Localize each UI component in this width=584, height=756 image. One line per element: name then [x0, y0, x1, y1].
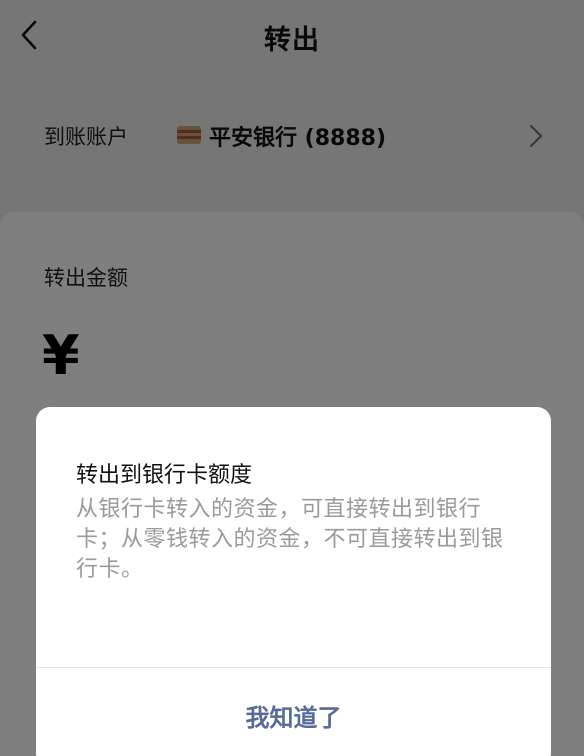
dialog-message: 从银行卡转入的资金，可直接转出到银行卡；从零钱转入的资金，不可直接转出到银行卡。: [76, 497, 504, 582]
dialog-title: 转出到银行卡额度: [76, 463, 253, 488]
confirm-button[interactable]: 我知道了: [36, 668, 551, 756]
info-dialog: 转出到银行卡额度 从银行卡转入的资金，可直接转出到银行卡；从零钱转入的资金，不可…: [36, 407, 551, 756]
